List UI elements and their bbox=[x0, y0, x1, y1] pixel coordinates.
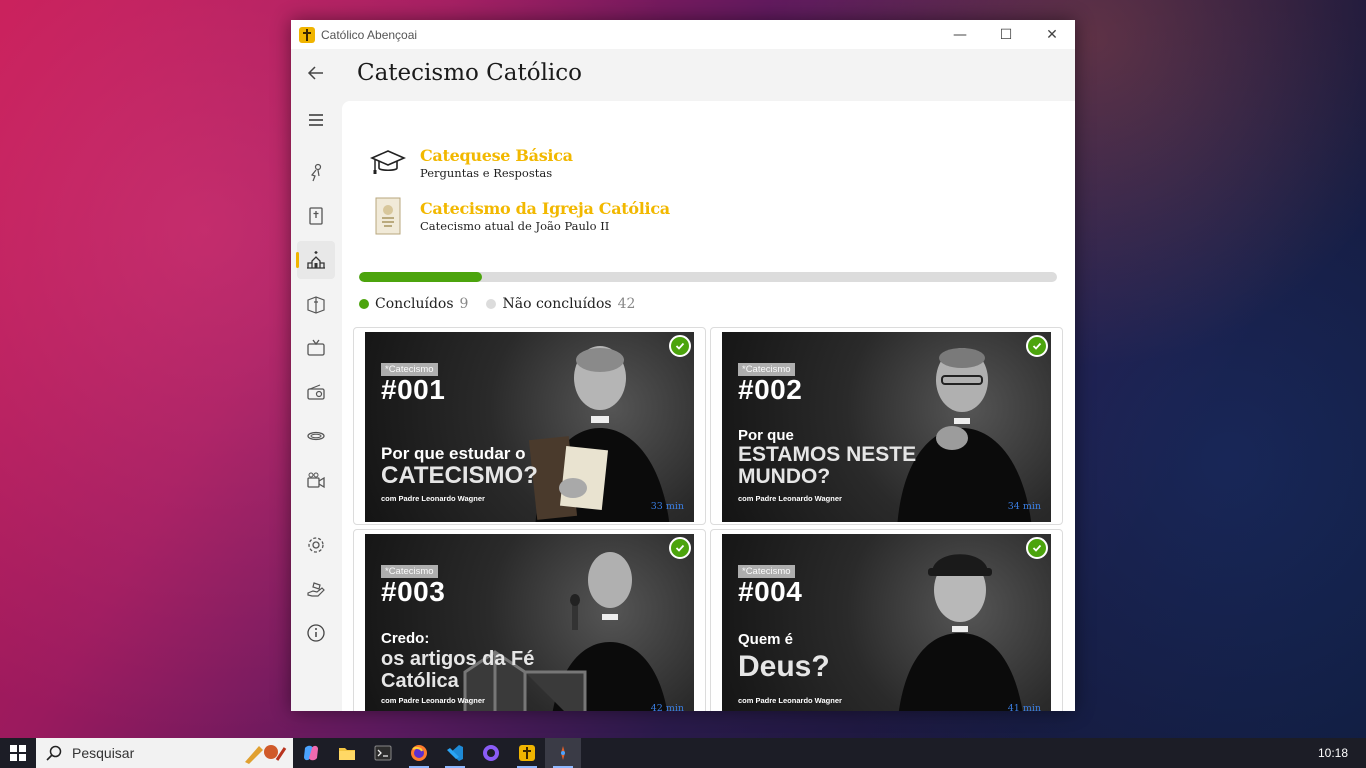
completed-count: 9 bbox=[459, 296, 469, 312]
priest-portrait-icon bbox=[528, 346, 670, 522]
maximize-button[interactable]: ☐ bbox=[983, 20, 1029, 49]
lesson-duration: 42 min bbox=[650, 703, 684, 711]
windows-start-icon[interactable] bbox=[0, 738, 36, 768]
app-logo-icon bbox=[299, 26, 315, 43]
lesson-title-line1: Quem é bbox=[738, 631, 794, 648]
completed-check-icon bbox=[669, 335, 691, 357]
app-window: Católico Abençoai — ☐ ✕ Catecismo Católi… bbox=[291, 20, 1075, 711]
prayer-book-icon[interactable] bbox=[297, 285, 335, 323]
radio-icon[interactable] bbox=[297, 373, 335, 411]
link-subtitle: Catecismo atual de João Paulo II bbox=[420, 219, 610, 233]
app-title: Católico Abençoai bbox=[321, 27, 418, 42]
link-catecismo-igreja[interactable]: Catecismo da Igreja Católica Catecismo a… bbox=[368, 196, 670, 236]
minimize-button[interactable]: — bbox=[937, 20, 983, 49]
priest-with-cap-icon bbox=[898, 554, 1023, 711]
menu-icon[interactable] bbox=[297, 101, 335, 139]
terminal-icon[interactable] bbox=[365, 738, 401, 768]
lesson-number: #004 bbox=[738, 576, 803, 607]
priest-portrait-icon bbox=[897, 348, 1032, 522]
donate-icon[interactable] bbox=[297, 570, 335, 608]
github-desktop-icon[interactable] bbox=[473, 738, 509, 768]
lesson-card[interactable]: *Catecismo #001 Por que estudar o CATECI… bbox=[353, 327, 706, 525]
lesson-thumbnail: *Catecismo #001 Por que estudar o CATECI… bbox=[365, 332, 694, 522]
file-explorer-icon[interactable] bbox=[329, 738, 365, 768]
saint-icon[interactable] bbox=[297, 153, 335, 191]
lesson-credit: com Padre Leonardo Wagner bbox=[381, 696, 485, 705]
side-navigation bbox=[291, 49, 341, 711]
lesson-card[interactable]: *Catecismo #002 Por que ESTAMOS NESTE MU… bbox=[710, 327, 1063, 525]
catechism-book-icon bbox=[368, 196, 408, 236]
taskbar: Pesquisar 10:18 bbox=[0, 738, 1366, 768]
halo-icon[interactable] bbox=[297, 417, 335, 455]
vscode-icon[interactable] bbox=[437, 738, 473, 768]
lesson-title-line1: Por que bbox=[738, 427, 794, 444]
lesson-title-line2: ESTAMOS NESTE MUNDO? bbox=[738, 443, 917, 488]
progress-bar bbox=[359, 272, 1057, 282]
page-title: Catecismo Católico bbox=[357, 60, 583, 86]
legend-completed: Concluídos 9 bbox=[359, 296, 468, 312]
lesson-thumbnail: *Catecismo #004 Quem é Deus? com Padre L… bbox=[722, 534, 1051, 711]
pending-label: Não concluídos bbox=[502, 296, 612, 312]
lesson-number: #001 bbox=[381, 374, 446, 405]
completed-dot-icon bbox=[359, 299, 369, 309]
catolico-app-icon[interactable] bbox=[509, 738, 545, 768]
progress-fill bbox=[359, 272, 482, 282]
link-title: Catequese Básica bbox=[420, 146, 573, 165]
lesson-card[interactable]: *Catecismo #003 Credo: os artigos da Fé … bbox=[353, 529, 706, 711]
pending-count: 42 bbox=[617, 296, 636, 312]
lesson-thumbnail: *Catecismo #002 Por que ESTAMOS NESTE MU… bbox=[722, 332, 1051, 522]
firefox-icon[interactable] bbox=[401, 738, 437, 768]
progress-legend: Concluídos 9 Não concluídos 42 bbox=[359, 296, 653, 312]
lesson-credit: com Padre Leonardo Wagner bbox=[738, 494, 842, 503]
copilot-icon[interactable] bbox=[293, 738, 329, 768]
legend-pending: Não concluídos 42 bbox=[486, 296, 635, 312]
settings-icon[interactable] bbox=[297, 526, 335, 564]
lesson-thumbnail: *Catecismo #003 Credo: os artigos da Fé … bbox=[365, 534, 694, 711]
video-icon[interactable] bbox=[297, 461, 335, 499]
lesson-title-line1: Credo: bbox=[381, 630, 430, 647]
link-catequese-basica[interactable]: Catequese Básica Perguntas e Respostas bbox=[368, 143, 573, 183]
info-icon[interactable] bbox=[297, 614, 335, 652]
link-subtitle: Perguntas e Respostas bbox=[420, 166, 553, 180]
close-button[interactable]: ✕ bbox=[1029, 20, 1075, 49]
lesson-title-line2: os artigos da Fé Católica bbox=[381, 648, 535, 692]
completed-check-icon bbox=[1026, 335, 1048, 357]
completed-check-icon bbox=[1026, 537, 1048, 559]
taskbar-search[interactable]: Pesquisar bbox=[36, 738, 293, 768]
lesson-duration: 34 min bbox=[1007, 501, 1041, 512]
title-bar: Católico Abençoai — ☐ ✕ bbox=[291, 20, 1075, 49]
church-icon[interactable] bbox=[296, 241, 335, 279]
lesson-duration: 41 min bbox=[1007, 703, 1041, 711]
lesson-number: #003 bbox=[381, 576, 446, 607]
bible-icon[interactable] bbox=[297, 197, 335, 235]
lesson-credit: com Padre Leonardo Wagner bbox=[738, 696, 842, 705]
tv-icon[interactable] bbox=[297, 329, 335, 367]
lesson-title-line2: CATECISMO? bbox=[381, 462, 538, 489]
link-title: Catecismo da Igreja Católica bbox=[420, 199, 670, 218]
search-icon bbox=[46, 745, 62, 761]
app-pinned-icon[interactable] bbox=[545, 738, 581, 768]
completed-label: Concluídos bbox=[375, 296, 454, 312]
lesson-number: #002 bbox=[738, 374, 803, 405]
lesson-title-line2: Deus? bbox=[738, 650, 830, 683]
content-panel: Catequese Básica Perguntas e Respostas C… bbox=[342, 101, 1075, 711]
lesson-title-line1: Por que estudar o bbox=[381, 444, 526, 463]
lesson-duration: 33 min bbox=[650, 501, 684, 512]
search-highlight-icon bbox=[245, 745, 287, 764]
completed-check-icon bbox=[669, 537, 691, 559]
graduation-cap-icon bbox=[368, 143, 408, 183]
lesson-card[interactable]: *Catecismo #004 Quem é Deus? com Padre L… bbox=[710, 529, 1063, 711]
back-icon[interactable] bbox=[297, 54, 335, 92]
search-placeholder: Pesquisar bbox=[72, 745, 135, 761]
taskbar-clock: 10:18 bbox=[1317, 746, 1348, 760]
lesson-credit: com Padre Leonardo Wagner bbox=[381, 494, 485, 503]
pending-dot-icon bbox=[486, 299, 497, 309]
